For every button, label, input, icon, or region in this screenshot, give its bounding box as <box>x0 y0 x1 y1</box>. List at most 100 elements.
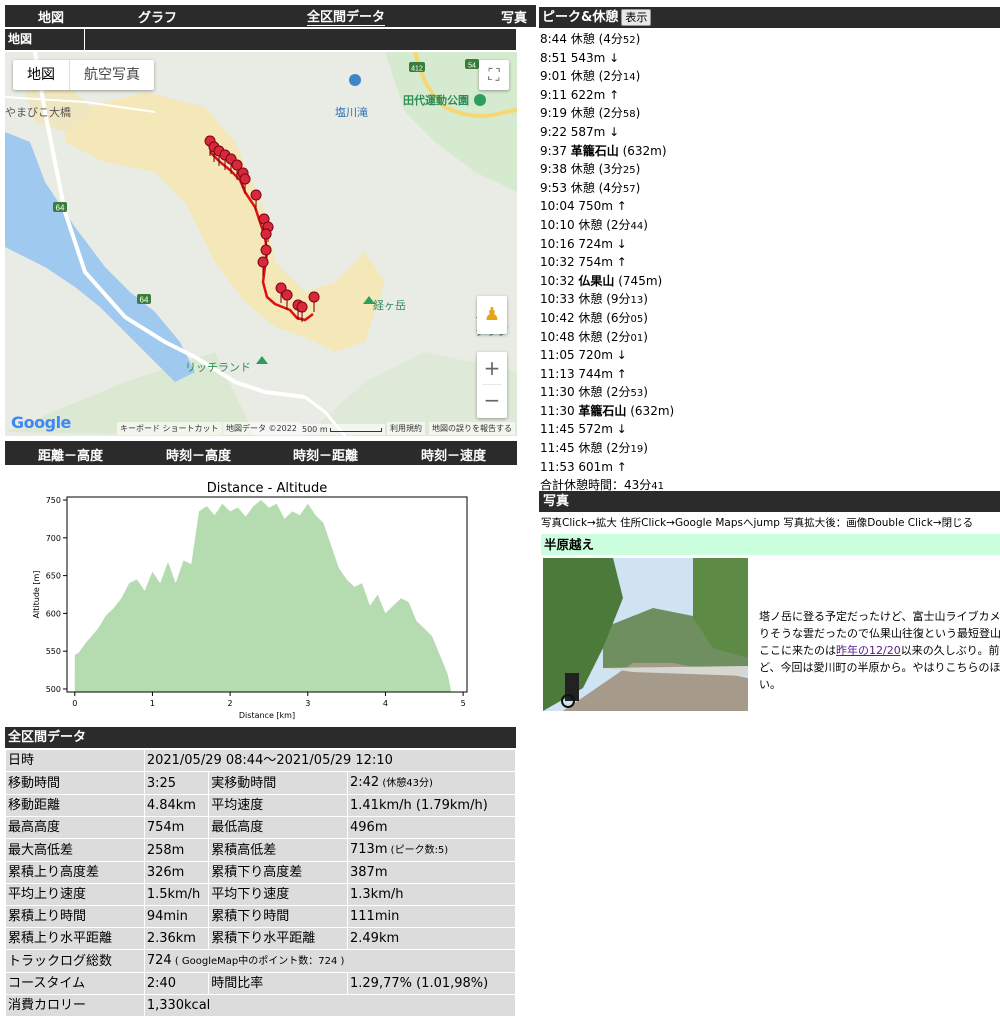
peak-item: 9:22 587m ↓ <box>540 124 620 139</box>
summary-key: 累積下り時間 <box>209 906 347 927</box>
x-tick-label: 0 <box>72 699 77 708</box>
nav-photo-link[interactable]: 写真 <box>501 7 527 26</box>
peak-name: 革籠石山 <box>578 403 627 418</box>
summary-value: 111min <box>348 906 515 927</box>
fullscreen-icon[interactable]: ⛶ <box>479 60 509 90</box>
map-place-tashiro: 田代運動公園 <box>403 94 469 107</box>
peak-item: 11:45 572m ↓ <box>540 422 627 437</box>
peak-item: 9:01 休憩 (2分14) <box>540 69 641 84</box>
summary-value: 258m <box>144 839 209 861</box>
photo-thumbnail[interactable] <box>543 558 748 711</box>
map-type-aerial-button[interactable]: 航空写真 <box>70 60 154 90</box>
tab-time-speed[interactable]: 時刻－速度 <box>421 445 486 464</box>
summary-header: 全区間データ <box>5 727 516 748</box>
map-scale-text: 500 m <box>302 425 328 434</box>
peak-seconds: 14 <box>622 72 636 84</box>
summary-note: (休憩43分) <box>379 778 433 789</box>
peaks-show-button[interactable]: 表示 <box>621 9 652 26</box>
y-tick-label: 550 <box>46 647 61 656</box>
nav-graph-link[interactable]: グラフ <box>138 7 177 26</box>
summary-value: 713m (ピーク数:5) <box>348 839 515 861</box>
map-view[interactable]: 64 64 412 54 地図 航空写真 ⛶ 塩川滝 田代運動公園 経ヶ岳 リッ… <box>5 52 517 436</box>
summary-key: 累積高低差 <box>209 839 347 861</box>
summary-value: 754m <box>144 817 209 838</box>
peak-seconds: 52 <box>622 35 636 46</box>
terms-link[interactable]: 利用規約 <box>387 422 425 435</box>
chart-svg: 0 1 2 3 4 5 500 550 600 650 700 750 Distance - Altit… <box>32 481 468 720</box>
peaks-header: ピーク&休憩 表示 <box>539 7 1000 28</box>
peak-item: 10:16 724m ↓ <box>540 236 627 251</box>
photo-caption-line-1: 塔ノ岳に登る予定だったけど、富士山ライブカメラ <box>759 610 1000 623</box>
peak-item: 10:48 休憩 (2分01) <box>540 329 648 344</box>
top-nav: 地図 グラフ 全区間データ 写真 <box>5 5 536 27</box>
summary-key: 平均下り速度 <box>209 884 347 905</box>
y-axis-label: Altitude [m] <box>32 571 41 619</box>
y-tick-label: 750 <box>46 496 61 505</box>
summary-key: 累積下り高度差 <box>209 862 347 883</box>
photo-caption-line-3-post: 以来の久しぶり。前回 <box>900 644 1000 657</box>
peak-seconds: 58 <box>622 109 636 121</box>
summary-row: トラックログ総数 724 ( GoogleMap中のポイント数：724 ) <box>6 950 515 972</box>
summary-key: 日時 <box>6 750 144 771</box>
zoom-out-icon[interactable]: − <box>477 385 507 417</box>
summary-value: 1.5km/h <box>144 884 209 905</box>
road-shield-64-b: 64 <box>140 296 149 305</box>
report-map-error-link[interactable]: 地図の誤りを報告する <box>429 422 515 435</box>
map-type-map-button[interactable]: 地図 <box>13 60 70 90</box>
summary-row: 累積上り高度差 326m 累積下り高度差 387m <box>6 862 515 883</box>
photo-caption-line-3-pre: ここに来たのは <box>759 644 836 657</box>
summary-note: ( GoogleMap中のポイント数：724 ) <box>171 956 345 967</box>
summary-value: 1.29,77% (1.01,98%) <box>348 973 515 994</box>
summary-value: 2021/05/29 08:44～2021/05/29 12:10 <box>144 750 515 771</box>
photo-image <box>543 558 748 711</box>
y-tick-label: 500 <box>46 685 61 694</box>
summary-value: 2.49km <box>348 928 515 949</box>
photos-header: 写真 <box>539 491 1000 512</box>
summary-value: 94min <box>144 906 209 927</box>
peak-item: 8:44 休憩 (4分52) <box>540 32 641 46</box>
zoom-control: + − <box>477 352 507 418</box>
peak-item: 10:04 750m ↑ <box>540 199 627 214</box>
google-logo: Google <box>11 413 71 432</box>
peak-item: 11:53 601m ↑ <box>540 459 627 474</box>
map-place-mabiko: やまびこ大橋 <box>5 106 71 119</box>
summary-value: 2:40 <box>144 973 209 994</box>
summary-key: 累積上り高度差 <box>6 862 144 883</box>
summary-key: 消費カロリー <box>6 995 144 1016</box>
tab-time-altitude[interactable]: 時刻－高度 <box>166 445 231 464</box>
peak-item: 10:32 754m ↑ <box>540 255 627 270</box>
summary-row: 消費カロリー 1,330kcal <box>6 995 515 1016</box>
summary-note: (ピーク数:5) <box>387 845 449 856</box>
nav-map-link[interactable]: 地図 <box>38 7 64 26</box>
x-tick-label: 4 <box>383 699 388 708</box>
x-tick-label: 2 <box>228 699 233 708</box>
photo-caption-line-5: い。 <box>759 678 781 691</box>
map-place-shiokawa: 塩川滝 <box>335 106 368 119</box>
summary-key: コースタイム <box>6 973 144 994</box>
peak-seconds: 05 <box>630 313 644 325</box>
summary-row: 最高高度 754m 最低高度 496m <box>6 817 515 838</box>
x-axis-label: Distance [km] <box>239 711 295 720</box>
map-canvas: 64 64 412 54 <box>5 52 517 436</box>
peak-seconds: 19 <box>630 444 644 456</box>
peak-item: 11:05 720m ↓ <box>540 348 627 363</box>
tab-distance-altitude[interactable]: 距離－高度 <box>38 445 103 464</box>
peak-seconds: 53 <box>630 388 644 400</box>
summary-row: 平均上り速度 1.5km/h 平均下り速度 1.3km/h <box>6 884 515 905</box>
peak-item: 10:33 休憩 (9分13) <box>540 292 648 307</box>
summary-key: 移動距離 <box>6 795 144 816</box>
summary-value: 496m <box>348 817 515 838</box>
previous-trip-link[interactable]: 昨年の12/20 <box>836 644 901 657</box>
summary-key: 平均上り速度 <box>6 884 144 905</box>
peak-seconds: 13 <box>630 295 644 307</box>
tab-time-distance[interactable]: 時刻－距離 <box>293 445 358 464</box>
road-shield-412: 412 <box>411 66 423 73</box>
summary-value: 326m <box>144 862 209 883</box>
zoom-in-icon[interactable]: + <box>477 352 507 384</box>
map-data-attribution: 地図データ ©2022 <box>223 422 300 435</box>
nav-all-data-link[interactable]: 全区間データ <box>307 6 386 26</box>
summary-row: 移動時間 3:25 実移動時間 2:42 (休憩43分) <box>6 772 515 794</box>
keyboard-shortcuts-link[interactable]: キーボード ショートカット <box>117 422 222 435</box>
street-view-pegman-icon[interactable]: ♟ <box>477 296 507 334</box>
graph-tabs: 距離－高度 時刻－高度 時刻－距離 時刻－速度 <box>5 441 517 465</box>
